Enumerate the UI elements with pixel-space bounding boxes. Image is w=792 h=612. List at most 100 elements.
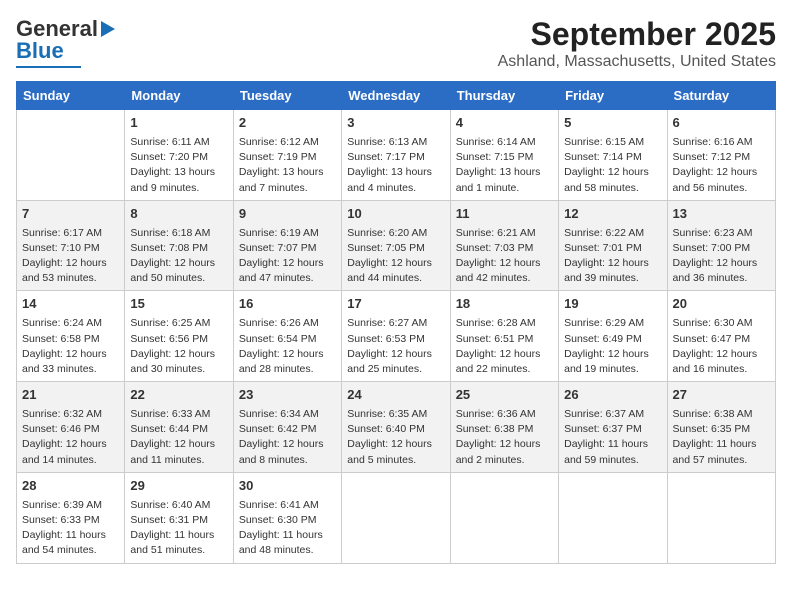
calendar-cell: 22 Sunrise: 6:33 AM Sunset: 6:44 PM Dayli… xyxy=(125,382,233,473)
calendar-cell: 17Sunrise: 6:27 AM Sunset: 6:53 PM Dayli… xyxy=(342,291,450,382)
day-number: 23 xyxy=(239,386,336,405)
calendar-cell: 23Sunrise: 6:34 AM Sunset: 6:42 PM Dayli… xyxy=(233,382,341,473)
day-number: 25 xyxy=(456,386,553,405)
calendar-cell: 12Sunrise: 6:22 AM Sunset: 7:01 PM Dayli… xyxy=(559,200,667,291)
day-number: 16 xyxy=(239,295,336,314)
day-info: Sunrise: 6:39 AM Sunset: 6:33 PM Dayligh… xyxy=(22,498,119,559)
calendar-cell: 9 Sunrise: 6:19 AM Sunset: 7:07 PM Daylig… xyxy=(233,200,341,291)
column-header-wednesday: Wednesday xyxy=(342,82,450,110)
day-info: Sunrise: 6:15 AM Sunset: 7:14 PM Dayligh… xyxy=(564,135,661,196)
day-number: 28 xyxy=(22,477,119,496)
day-info: Sunrise: 6:35 AM Sunset: 6:40 PM Dayligh… xyxy=(347,407,444,468)
day-number: 14 xyxy=(22,295,119,314)
column-header-sunday: Sunday xyxy=(17,82,125,110)
day-number: 13 xyxy=(673,205,770,224)
page-title: September 2025 xyxy=(498,16,776,53)
logo-blue: Blue xyxy=(16,38,64,64)
day-info: Sunrise: 6:38 AM Sunset: 6:35 PM Dayligh… xyxy=(673,407,770,468)
calendar-cell: 19 Sunrise: 6:29 AM Sunset: 6:49 PM Dayli… xyxy=(559,291,667,382)
day-number: 7 xyxy=(22,205,119,224)
day-number: 12 xyxy=(564,205,661,224)
day-info: Sunrise: 6:33 AM Sunset: 6:44 PM Dayligh… xyxy=(130,407,227,468)
day-number: 11 xyxy=(456,205,553,224)
day-number: 27 xyxy=(673,386,770,405)
day-info: Sunrise: 6:11 AM Sunset: 7:20 PM Dayligh… xyxy=(130,135,227,196)
day-info: Sunrise: 6:16 AM Sunset: 7:12 PM Dayligh… xyxy=(673,135,770,196)
calendar-cell: 29Sunrise: 6:40 AM Sunset: 6:31 PM Dayli… xyxy=(125,472,233,563)
day-info: Sunrise: 6:29 AM Sunset: 6:49 PM Dayligh… xyxy=(564,316,661,377)
day-number: 21 xyxy=(22,386,119,405)
day-number: 19 xyxy=(564,295,661,314)
day-number: 9 xyxy=(239,205,336,224)
calendar-cell xyxy=(450,472,558,563)
day-number: 4 xyxy=(456,114,553,133)
calendar-cell: 10Sunrise: 6:20 AM Sunset: 7:05 PM Dayli… xyxy=(342,200,450,291)
day-info: Sunrise: 6:23 AM Sunset: 7:00 PM Dayligh… xyxy=(673,226,770,287)
day-number: 18 xyxy=(456,295,553,314)
day-info: Sunrise: 6:41 AM Sunset: 6:30 PM Dayligh… xyxy=(239,498,336,559)
calendar-header-row: SundayMondayTuesdayWednesdayThursdayFrid… xyxy=(17,82,776,110)
calendar-cell: 21 Sunrise: 6:32 AM Sunset: 6:46 PM Dayli… xyxy=(17,382,125,473)
day-info: Sunrise: 6:14 AM Sunset: 7:15 PM Dayligh… xyxy=(456,135,553,196)
calendar-cell: 28 Sunrise: 6:39 AM Sunset: 6:33 PM Dayli… xyxy=(17,472,125,563)
day-info: Sunrise: 6:20 AM Sunset: 7:05 PM Dayligh… xyxy=(347,226,444,287)
calendar-cell: 27 Sunrise: 6:38 AM Sunset: 6:35 PM Dayli… xyxy=(667,382,775,473)
column-header-saturday: Saturday xyxy=(667,82,775,110)
day-number: 26 xyxy=(564,386,661,405)
calendar-week-row: 14 Sunrise: 6:24 AM Sunset: 6:58 PM Dayli… xyxy=(17,291,776,382)
day-info: Sunrise: 6:24 AM Sunset: 6:58 PM Dayligh… xyxy=(22,316,119,377)
day-info: Sunrise: 6:18 AM Sunset: 7:08 PM Dayligh… xyxy=(130,226,227,287)
calendar-cell: 15 Sunrise: 6:25 AM Sunset: 6:56 PM Dayli… xyxy=(125,291,233,382)
day-number: 2 xyxy=(239,114,336,133)
day-number: 22 xyxy=(130,386,227,405)
column-header-friday: Friday xyxy=(559,82,667,110)
day-number: 15 xyxy=(130,295,227,314)
calendar-cell: 25 Sunrise: 6:36 AM Sunset: 6:38 PM Dayli… xyxy=(450,382,558,473)
calendar-cell: 7Sunrise: 6:17 AM Sunset: 7:10 PM Daylig… xyxy=(17,200,125,291)
page-header: General Blue September 2025 Ashland, Mas… xyxy=(16,16,776,71)
column-header-tuesday: Tuesday xyxy=(233,82,341,110)
calendar-cell xyxy=(667,472,775,563)
calendar-cell: 26 Sunrise: 6:37 AM Sunset: 6:37 PM Dayli… xyxy=(559,382,667,473)
day-number: 1 xyxy=(130,114,227,133)
title-block: September 2025 Ashland, Massachusetts, U… xyxy=(498,16,776,71)
calendar-table: SundayMondayTuesdayWednesdayThursdayFrid… xyxy=(16,81,776,564)
day-info: Sunrise: 6:27 AM Sunset: 6:53 PM Dayligh… xyxy=(347,316,444,377)
day-number: 5 xyxy=(564,114,661,133)
day-number: 8 xyxy=(130,205,227,224)
day-number: 3 xyxy=(347,114,444,133)
calendar-week-row: 28 Sunrise: 6:39 AM Sunset: 6:33 PM Dayli… xyxy=(17,472,776,563)
calendar-cell: 20Sunrise: 6:30 AM Sunset: 6:47 PM Dayli… xyxy=(667,291,775,382)
calendar-cell: 5 Sunrise: 6:15 AM Sunset: 7:14 PM Daylig… xyxy=(559,110,667,201)
calendar-week-row: 21 Sunrise: 6:32 AM Sunset: 6:46 PM Dayli… xyxy=(17,382,776,473)
calendar-cell: 4 Sunrise: 6:14 AM Sunset: 7:15 PM Daylig… xyxy=(450,110,558,201)
day-number: 30 xyxy=(239,477,336,496)
calendar-cell: 18 Sunrise: 6:28 AM Sunset: 6:51 PM Dayli… xyxy=(450,291,558,382)
day-info: Sunrise: 6:21 AM Sunset: 7:03 PM Dayligh… xyxy=(456,226,553,287)
calendar-week-row: 1 Sunrise: 6:11 AM Sunset: 7:20 PM Daylig… xyxy=(17,110,776,201)
day-info: Sunrise: 6:40 AM Sunset: 6:31 PM Dayligh… xyxy=(130,498,227,559)
day-info: Sunrise: 6:30 AM Sunset: 6:47 PM Dayligh… xyxy=(673,316,770,377)
calendar-cell xyxy=(17,110,125,201)
day-info: Sunrise: 6:36 AM Sunset: 6:38 PM Dayligh… xyxy=(456,407,553,468)
calendar-cell: 11 Sunrise: 6:21 AM Sunset: 7:03 PM Dayli… xyxy=(450,200,558,291)
logo-underline xyxy=(16,66,81,68)
column-header-thursday: Thursday xyxy=(450,82,558,110)
day-info: Sunrise: 6:25 AM Sunset: 6:56 PM Dayligh… xyxy=(130,316,227,377)
page-subtitle: Ashland, Massachusetts, United States xyxy=(498,53,776,71)
calendar-cell: 13 Sunrise: 6:23 AM Sunset: 7:00 PM Dayli… xyxy=(667,200,775,291)
day-info: Sunrise: 6:28 AM Sunset: 6:51 PM Dayligh… xyxy=(456,316,553,377)
day-number: 24 xyxy=(347,386,444,405)
day-info: Sunrise: 6:19 AM Sunset: 7:07 PM Dayligh… xyxy=(239,226,336,287)
day-info: Sunrise: 6:32 AM Sunset: 6:46 PM Dayligh… xyxy=(22,407,119,468)
calendar-cell: 16Sunrise: 6:26 AM Sunset: 6:54 PM Dayli… xyxy=(233,291,341,382)
calendar-cell: 24 Sunrise: 6:35 AM Sunset: 6:40 PM Dayli… xyxy=(342,382,450,473)
calendar-cell: 14 Sunrise: 6:24 AM Sunset: 6:58 PM Dayli… xyxy=(17,291,125,382)
column-header-monday: Monday xyxy=(125,82,233,110)
day-info: Sunrise: 6:12 AM Sunset: 7:19 PM Dayligh… xyxy=(239,135,336,196)
calendar-cell: 8 Sunrise: 6:18 AM Sunset: 7:08 PM Daylig… xyxy=(125,200,233,291)
day-info: Sunrise: 6:37 AM Sunset: 6:37 PM Dayligh… xyxy=(564,407,661,468)
calendar-cell: 3Sunrise: 6:13 AM Sunset: 7:17 PM Daylig… xyxy=(342,110,450,201)
calendar-cell: 30 Sunrise: 6:41 AM Sunset: 6:30 PM Dayli… xyxy=(233,472,341,563)
calendar-cell: 6Sunrise: 6:16 AM Sunset: 7:12 PM Daylig… xyxy=(667,110,775,201)
